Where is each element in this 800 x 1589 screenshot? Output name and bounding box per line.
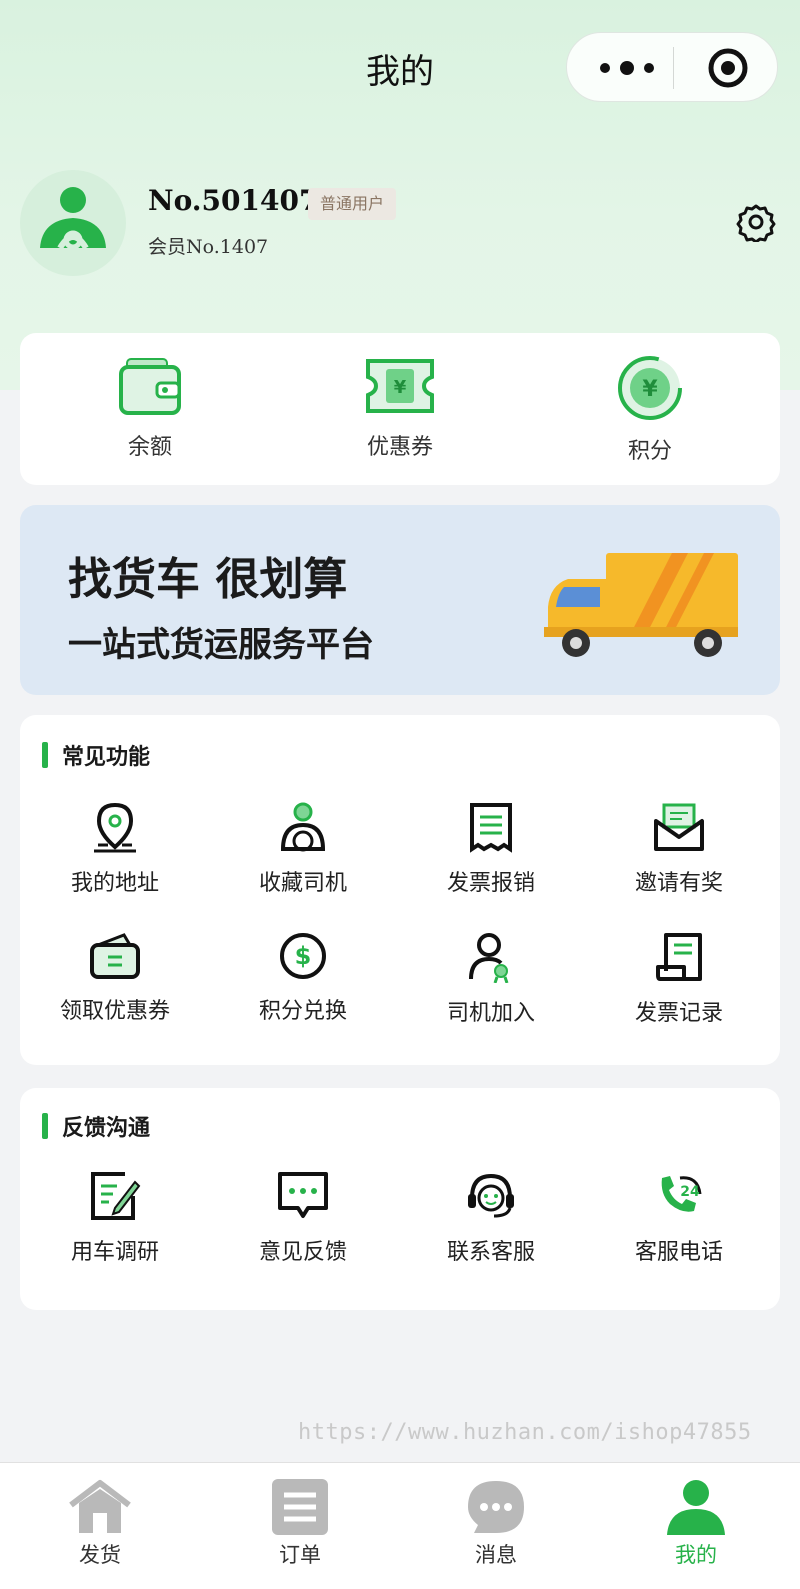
avatar[interactable] <box>20 170 126 276</box>
func-label: 邀请有奖 <box>634 871 723 896</box>
section-title: 常见功能 <box>42 739 150 771</box>
asset-balance[interactable]: 余额 <box>50 353 250 461</box>
func-label: 积分兑换 <box>258 999 347 1024</box>
tab-label: 消息 <box>475 1543 517 1567</box>
location-icon <box>94 802 136 853</box>
func-invoice-record[interactable]: 发票记录 <box>584 931 774 1027</box>
banner-subline: 一站式货运服务平台 <box>68 625 374 665</box>
func-label: 领取优惠券 <box>59 999 170 1024</box>
func-invoice-claim[interactable]: 发票报销 <box>396 801 586 897</box>
chat-bubble-icon <box>278 1172 328 1218</box>
capsule-divider <box>673 47 674 89</box>
truck-icon <box>544 553 738 657</box>
svg-text:$: $ <box>295 942 312 970</box>
settings-gear-icon[interactable] <box>736 202 776 242</box>
tab-mine[interactable]: 我的 <box>596 1479 796 1569</box>
feed-service-phone[interactable]: 24 客服电话 <box>584 1170 774 1266</box>
promo-banner[interactable]: 找货车 很划算 一站式货运服务平台 <box>20 505 780 695</box>
points-icon: ¥ <box>618 356 682 420</box>
invite-mail-icon <box>654 803 704 851</box>
profile-icon <box>667 1480 725 1535</box>
func-label: 发票报销 <box>446 871 535 896</box>
bottom-tab-bar: 发货 订单 消息 我的 <box>0 1462 800 1589</box>
feed-survey[interactable]: 用车调研 <box>20 1170 210 1266</box>
headset-icon <box>468 1173 514 1218</box>
tab-label: 发货 <box>79 1543 121 1567</box>
func-driver-join[interactable]: 司机加入 <box>396 931 586 1027</box>
func-label: 发票记录 <box>634 1001 723 1026</box>
user-name: No.501407 <box>148 184 319 217</box>
survey-icon <box>91 1172 141 1220</box>
func-my-address[interactable]: 我的地址 <box>20 801 210 897</box>
tab-label: 订单 <box>279 1543 321 1567</box>
watermark-text: https://www.huzhan.com/ishop47855 <box>298 1420 752 1445</box>
asset-points[interactable]: ¥ 积分 <box>550 353 750 465</box>
func-invite-reward[interactable]: 邀请有奖 <box>584 801 774 897</box>
feed-label: 联系客服 <box>446 1240 535 1265</box>
tab-ship[interactable]: 发货 <box>0 1479 200 1569</box>
dollar-coin-icon: $ <box>280 933 326 979</box>
func-label: 收藏司机 <box>258 871 347 896</box>
section-title: 反馈沟通 <box>42 1110 150 1142</box>
feed-opinion[interactable]: 意见反馈 <box>208 1170 398 1266</box>
tab-messages[interactable]: 消息 <box>396 1479 596 1569</box>
svg-text:24: 24 <box>680 1184 700 1200</box>
coupon-wallet-icon <box>90 933 140 979</box>
svg-text:¥: ¥ <box>642 377 658 402</box>
tab-label: 我的 <box>675 1543 717 1567</box>
user-level-badge: 普通用户 <box>308 188 397 220</box>
func-label: 司机加入 <box>446 1001 535 1026</box>
feed-label: 客服电话 <box>634 1240 723 1265</box>
more-icon[interactable] <box>597 59 657 77</box>
asset-coupon[interactable]: ¥ 优惠券 <box>300 353 500 461</box>
wallet-icon <box>119 358 181 415</box>
func-fav-driver[interactable]: 收藏司机 <box>208 801 398 897</box>
asset-label: 余额 <box>127 435 172 460</box>
home-icon <box>69 1480 131 1533</box>
banner-headline: 找货车 很划算 <box>68 554 348 605</box>
coupon-icon: ¥ <box>366 359 434 413</box>
driver-icon <box>280 802 326 852</box>
feed-label: 意见反馈 <box>258 1240 347 1265</box>
invoice-record-icon <box>656 933 702 981</box>
driver-join-icon <box>469 933 509 983</box>
func-points-exchange[interactable]: $ 积分兑换 <box>208 931 398 1025</box>
feed-label: 用车调研 <box>70 1240 159 1265</box>
phone-24-icon: 24 <box>661 1176 702 1212</box>
close-target-icon[interactable] <box>707 47 749 89</box>
user-avatar-icon <box>40 187 106 250</box>
func-label: 我的地址 <box>70 871 159 896</box>
func-get-coupon[interactable]: 领取优惠券 <box>20 931 210 1025</box>
assets-card: 余额 ¥ 优惠券 ¥ 积分 <box>20 333 780 485</box>
feed-contact-service[interactable]: 联系客服 <box>396 1170 586 1266</box>
feedback-card: 反馈沟通 用车调研 意见反馈 联系客服 24 客服电话 <box>20 1088 780 1310</box>
tab-orders[interactable]: 订单 <box>200 1479 400 1569</box>
common-functions-card: 常见功能 我的地址 收藏司机 发票报销 邀请有奖 领取优惠券 $ 积分兑换 司机… <box>20 715 780 1065</box>
asset-label: 积分 <box>627 439 672 464</box>
svg-text:¥: ¥ <box>394 377 407 398</box>
invoice-icon <box>470 803 512 853</box>
order-list-icon <box>272 1479 328 1535</box>
member-number: 会员No.1407 <box>148 236 269 258</box>
mini-program-capsule <box>566 32 778 102</box>
message-icon <box>468 1481 524 1533</box>
asset-label: 优惠券 <box>366 435 433 460</box>
